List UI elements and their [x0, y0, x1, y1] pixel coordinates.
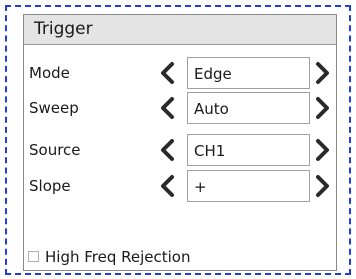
chevron-right-icon — [316, 97, 329, 119]
slope-prev-button[interactable] — [157, 172, 177, 200]
chevron-right-icon — [316, 62, 329, 84]
sweep-row: Sweep Auto — [24, 91, 336, 125]
trigger-panel: Trigger Mode Edge Sweep Auto Source CH1 … — [23, 14, 337, 271]
chevron-left-icon — [161, 139, 174, 161]
panel-title: Trigger — [34, 19, 93, 39]
slope-row: Slope + — [24, 169, 336, 203]
sweep-prev-button[interactable] — [157, 94, 177, 122]
chevron-right-icon — [316, 139, 329, 161]
sweep-value-field[interactable]: Auto — [187, 92, 310, 124]
high-freq-rejection-label: High Freq Rejection — [45, 248, 191, 266]
chevron-left-icon — [161, 175, 174, 197]
mode-row: Mode Edge — [24, 56, 336, 90]
slope-label: Slope — [29, 177, 71, 195]
chevron-right-icon — [316, 175, 329, 197]
chevron-left-icon — [161, 97, 174, 119]
mode-next-button[interactable] — [313, 59, 333, 87]
slope-value-field[interactable]: + — [187, 170, 310, 202]
source-value: CH1 — [194, 142, 226, 160]
sweep-next-button[interactable] — [313, 94, 333, 122]
source-row: Source CH1 — [24, 133, 336, 167]
source-prev-button[interactable] — [157, 136, 177, 164]
mode-value-field[interactable]: Edge — [187, 57, 310, 89]
high-freq-rejection-checkbox[interactable] — [28, 251, 39, 262]
source-next-button[interactable] — [313, 136, 333, 164]
panel-header: Trigger — [24, 15, 336, 45]
sweep-value: Auto — [194, 100, 229, 118]
source-label: Source — [29, 141, 81, 159]
mode-label: Mode — [29, 64, 70, 82]
chevron-left-icon — [161, 62, 174, 84]
mode-value: Edge — [194, 65, 232, 83]
slope-value: + — [194, 178, 207, 196]
sweep-label: Sweep — [29, 99, 79, 117]
slope-next-button[interactable] — [313, 172, 333, 200]
mode-prev-button[interactable] — [157, 59, 177, 87]
source-value-field[interactable]: CH1 — [187, 134, 310, 166]
